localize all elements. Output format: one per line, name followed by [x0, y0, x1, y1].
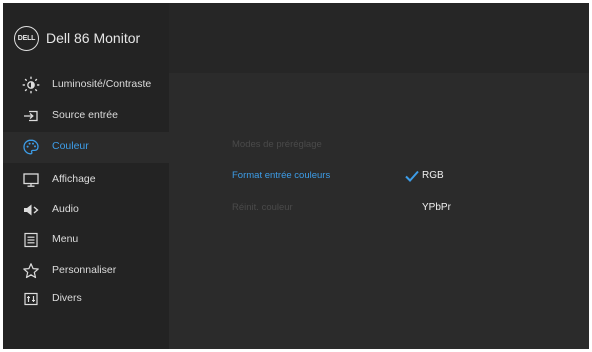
sidebar-item-label: Personnaliser [52, 264, 117, 276]
sidebar-item-color[interactable]: Couleur [3, 132, 169, 163]
sidebar-item-label: Couleur [52, 140, 89, 152]
sidebar-item-input-source[interactable]: Source entrée [3, 101, 169, 132]
sidebar-item-menu[interactable]: Menu [3, 225, 169, 256]
value-rgb[interactable]: RGB [422, 170, 444, 181]
monitor-osd: DELL Dell 86 Monitor Luminosité/Contrast… [3, 3, 589, 349]
sidebar-item-label: Audio [52, 203, 79, 215]
option-reset-color: Réinit. couleur [232, 202, 293, 213]
value-ypbpr[interactable]: YPbPr [422, 202, 451, 213]
misc-icon [22, 290, 40, 308]
sidebar-item-label: Menu [52, 233, 79, 245]
sidebar-item-personalize[interactable]: Personnaliser [3, 256, 169, 287]
sidebar-item-display[interactable]: Affichage [3, 165, 169, 196]
speaker-icon [22, 201, 40, 219]
sidebar-item-label: Divers [52, 292, 82, 304]
sidebar-item-audio[interactable]: Audio [3, 195, 169, 226]
sidebar-item-misc[interactable]: Divers [3, 284, 169, 315]
sidebar-item-brightness-contrast[interactable]: Luminosité/Contraste [3, 70, 169, 101]
option-input-color-format[interactable]: Format entrée couleurs [232, 170, 330, 181]
sidebar-item-label: Affichage [52, 173, 96, 185]
brightness-icon [22, 76, 40, 94]
sidebar-item-label: Source entrée [52, 109, 118, 121]
dell-logo: DELL [14, 26, 39, 51]
checkmark-icon [405, 170, 419, 182]
display-icon [22, 171, 40, 189]
option-preset-modes: Modes de préréglage [232, 139, 322, 150]
star-icon [22, 262, 40, 280]
sidebar-item-label: Luminosité/Contraste [52, 78, 152, 90]
header: DELL Dell 86 Monitor [3, 3, 169, 73]
input-source-icon [22, 107, 40, 125]
palette-icon [22, 138, 40, 156]
header-strip [169, 3, 589, 73]
menu-icon [22, 231, 40, 249]
monitor-title: Dell 86 Monitor [46, 30, 141, 46]
